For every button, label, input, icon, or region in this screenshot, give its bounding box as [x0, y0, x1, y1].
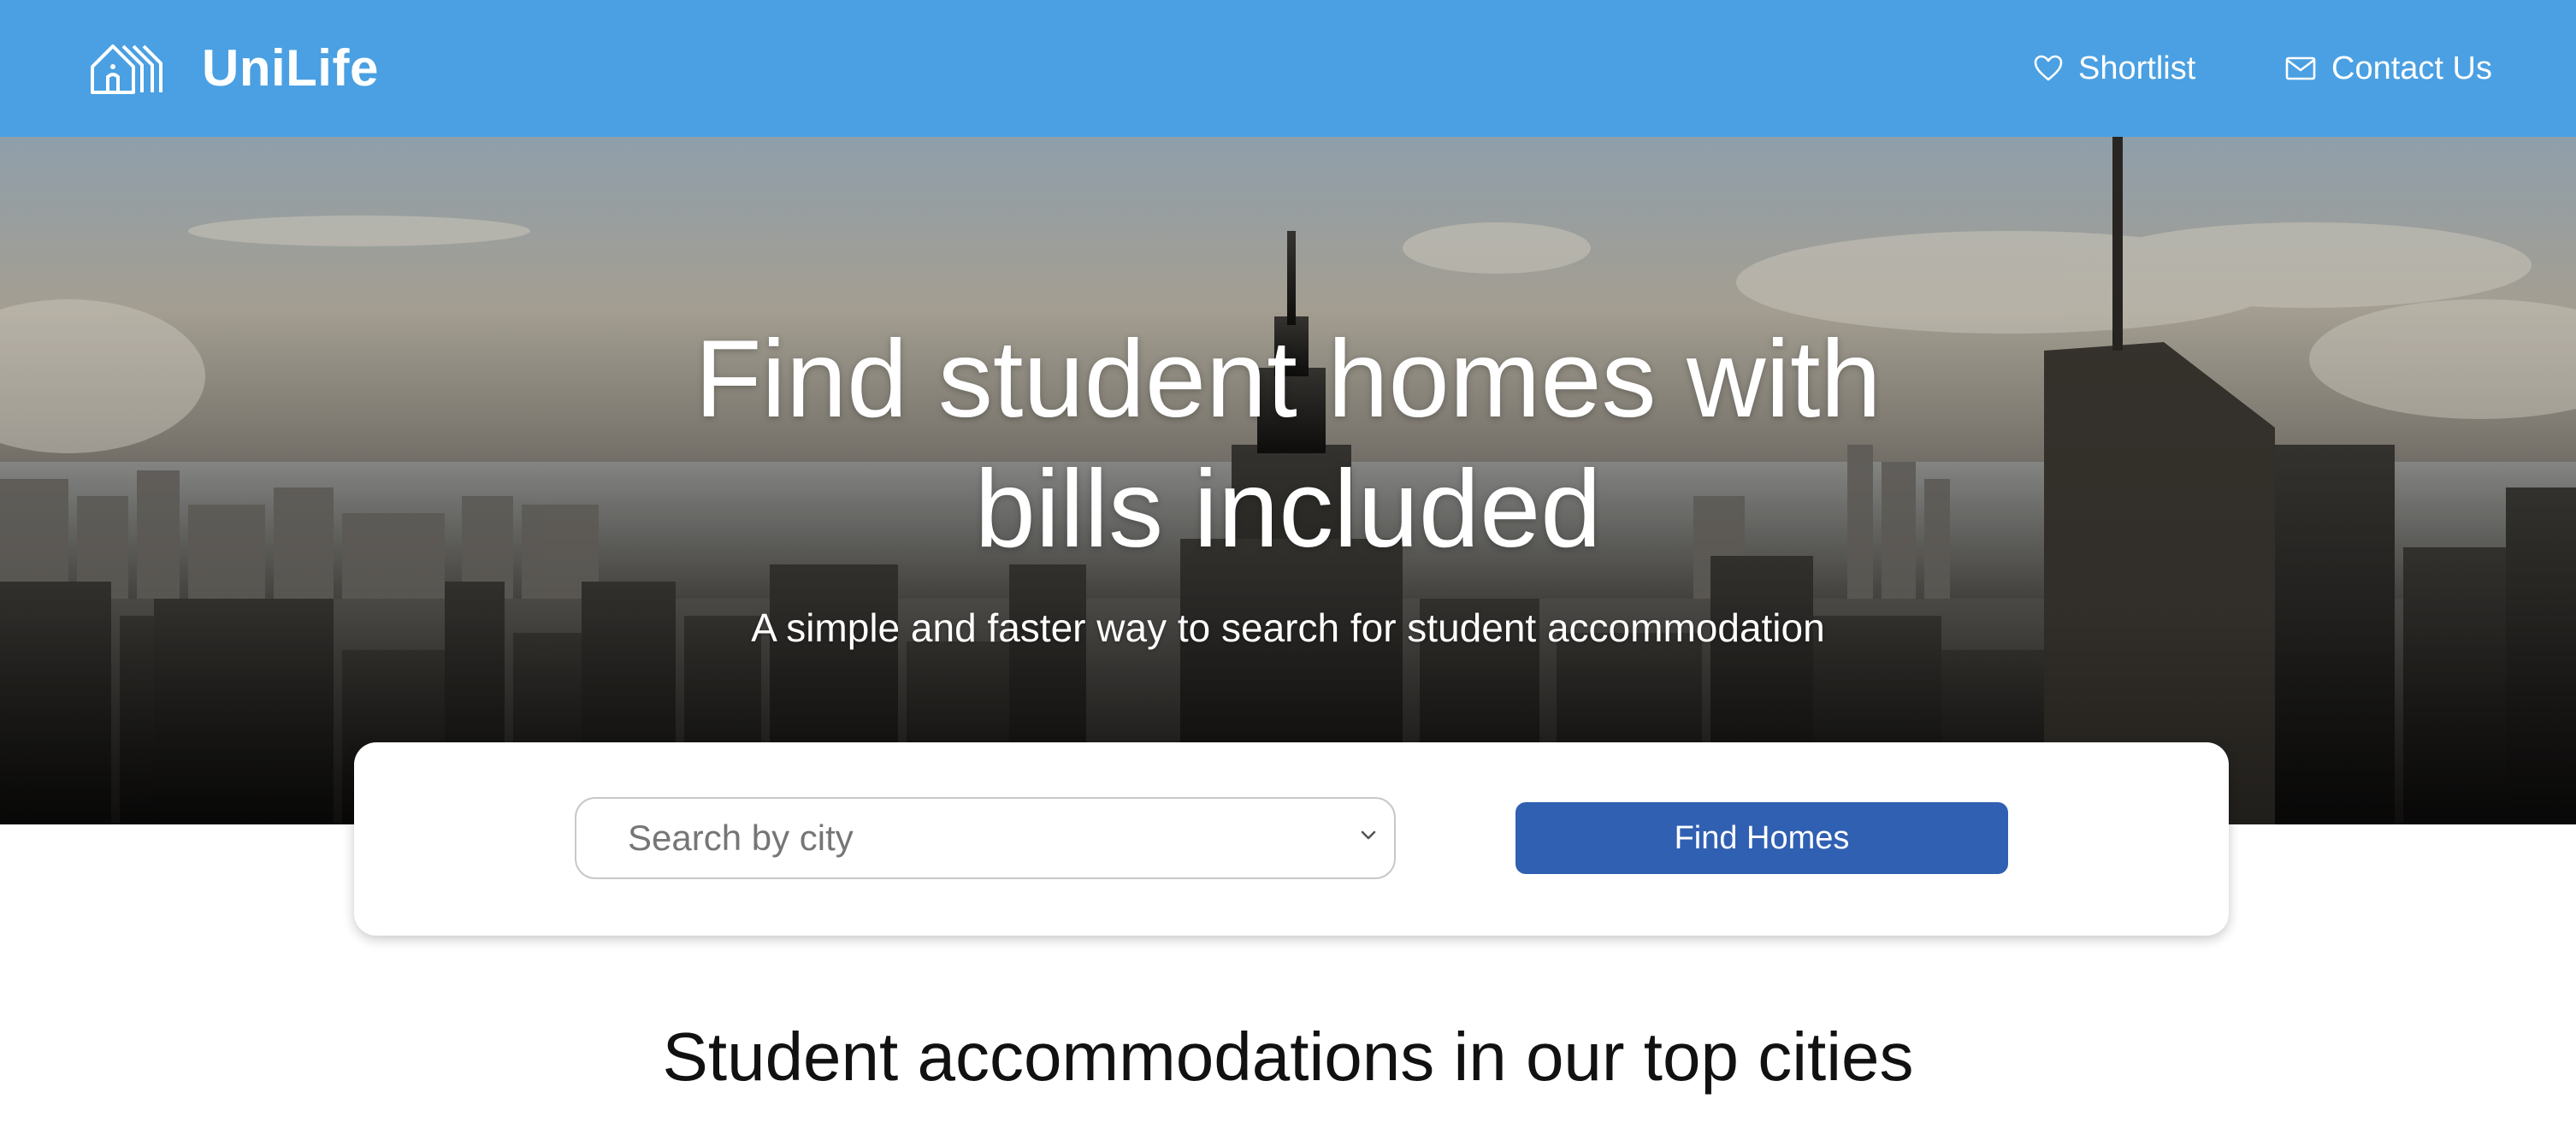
- nav-shortlist-link[interactable]: Shortlist: [2034, 44, 2195, 92]
- city-select-placeholder: Search by city: [628, 818, 854, 858]
- hero-title-line-1: Find student homes with: [694, 318, 1882, 440]
- top-navbar: UniLife Shortlist Contact Us: [0, 0, 2576, 137]
- hero-title: Find student homes with bills included: [0, 315, 2576, 575]
- hero-subtitle: A simple and faster way to search for st…: [751, 605, 1825, 650]
- city-select-dropdown[interactable]: Search by city: [575, 797, 1396, 879]
- mail-icon: [2285, 56, 2316, 80]
- brand-name[interactable]: UniLife: [202, 36, 379, 101]
- nav-contact-link[interactable]: Contact Us: [2285, 44, 2492, 92]
- hero-title-line-2: bills included: [974, 448, 1602, 570]
- nav-contact-label: Contact Us: [2331, 50, 2492, 86]
- nav-shortlist-label: Shortlist: [2078, 50, 2196, 86]
- chevron-down-icon: [1361, 830, 1376, 840]
- search-card: Search by city Find Homes: [354, 742, 2229, 936]
- heart-icon: [2034, 55, 2063, 81]
- house-logo-icon[interactable]: [89, 41, 164, 96]
- top-cities-heading: Student accommodations in our top cities: [662, 1019, 1914, 1095]
- hero-banner: Find student homes with bills included A…: [0, 137, 2576, 824]
- find-homes-button[interactable]: Find Homes: [1515, 802, 2008, 874]
